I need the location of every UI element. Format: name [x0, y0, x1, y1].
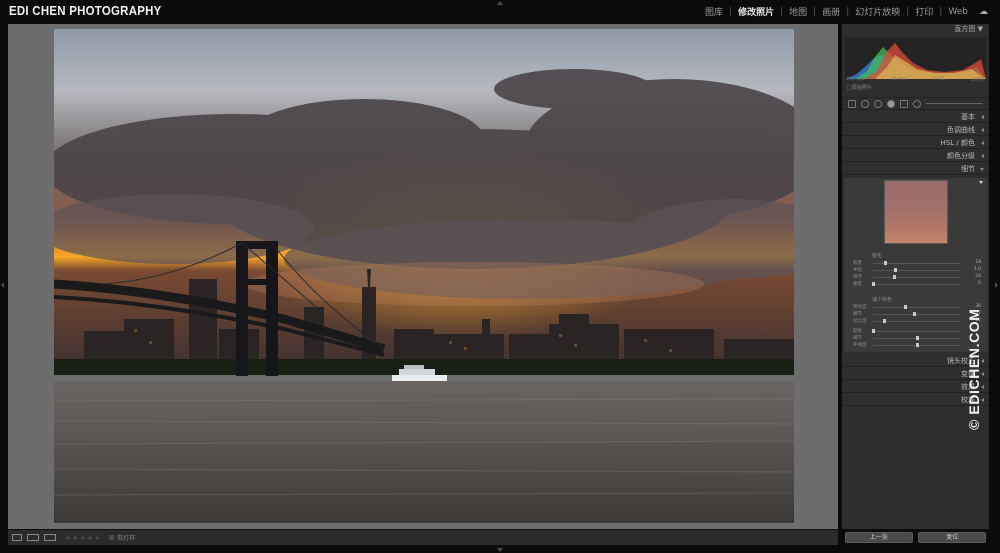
masking-icon[interactable]	[887, 99, 895, 108]
slider-value[interactable]: 1.0	[974, 267, 981, 272]
slider-label: 平滑度	[853, 343, 867, 348]
graduated-filter-icon[interactable]	[900, 99, 908, 108]
slider-row[interactable]: 数量 18	[847, 260, 985, 266]
section-hsl[interactable]: HSL / 颜色	[842, 137, 989, 149]
histogram-graph	[845, 43, 986, 79]
slider-track[interactable]	[873, 277, 961, 278]
slider-knob[interactable]	[916, 343, 919, 347]
slider-knob[interactable]	[894, 268, 897, 272]
section-split-toning[interactable]: 颜色分级	[842, 150, 989, 162]
slider-knob[interactable]	[882, 319, 886, 323]
spot-removal-icon[interactable]	[861, 99, 869, 108]
develop-tool-strip	[842, 97, 989, 110]
detail-preview-arrow[interactable]	[979, 181, 983, 184]
slider-knob[interactable]	[872, 282, 875, 286]
slider-label: 细节	[853, 275, 862, 280]
module-print[interactable]: 打印	[913, 5, 935, 18]
filmstrip-toggle[interactable]	[497, 548, 503, 552]
slider-label: 颜色	[853, 329, 862, 334]
cloud-icon[interactable]: ☁	[979, 7, 988, 17]
detail-preview[interactable]	[884, 180, 948, 244]
histogram-info: ISO 400 24 mm f / 11 1/8 秒	[847, 77, 984, 83]
slider-row[interactable]: 细节 24	[847, 274, 985, 280]
photo-image	[54, 29, 794, 523]
brush-slider[interactable]	[926, 103, 983, 104]
slider-row[interactable]: 明亮度 36	[847, 304, 985, 310]
slider-label: 对比度	[853, 319, 867, 324]
module-book[interactable]: 画册	[820, 5, 842, 18]
module-picker: 图库 | 修改照片 | 地图 | 画册 | 幻灯片放映 | 打印 | Web ☁	[703, 5, 988, 19]
iso-value: ISO 400	[847, 77, 865, 82]
slider-track[interactable]	[873, 307, 961, 308]
slider-track[interactable]	[873, 270, 961, 271]
slider-value[interactable]: 18	[975, 260, 981, 265]
reset-button[interactable]: 复位	[918, 531, 987, 543]
aperture: f / 11	[932, 77, 945, 82]
slider-knob[interactable]	[884, 261, 888, 265]
slider-row[interactable]: 平滑度	[847, 342, 985, 348]
slider-knob[interactable]	[913, 312, 917, 316]
top-panel-toggle[interactable]	[497, 1, 503, 5]
section-detail[interactable]: 细节	[842, 163, 989, 175]
photo-viewer	[8, 24, 838, 529]
focal-length: 24 mm	[890, 77, 907, 82]
rating-stars[interactable]: ★★★★★	[65, 534, 101, 542]
slider-label: 半径	[853, 268, 862, 273]
slider-row[interactable]: 细节 47	[847, 311, 985, 317]
slider-row[interactable]: 颜色	[847, 328, 985, 334]
previous-button[interactable]: 上一张	[844, 531, 913, 543]
right-panel: 直方图 ▼ ISO 400 24 mm f / 11 1/8 秒 □原始照片 基…	[842, 24, 989, 529]
slider-label: 明亮度	[853, 305, 867, 310]
right-panel-toggle[interactable]	[995, 282, 998, 288]
histogram	[845, 37, 986, 79]
photo[interactable]	[54, 29, 794, 523]
identity-plate: EDI CHEN PHOTOGRAPHY	[9, 3, 162, 18]
module-library[interactable]: 图库	[703, 5, 725, 18]
slider-label: 数量	[853, 261, 862, 266]
crop-icon[interactable]	[848, 99, 856, 108]
slider-label: 细节	[853, 336, 862, 341]
original-photo-checkbox[interactable]: □原始照片	[847, 84, 872, 91]
slider-row[interactable]: 蒙版 0	[847, 281, 985, 287]
slider-knob[interactable]	[903, 305, 907, 309]
slider-track[interactable]	[873, 284, 961, 285]
section-tone-curve[interactable]: 色调曲线	[842, 124, 989, 136]
slider-track[interactable]	[873, 321, 961, 322]
module-develop[interactable]: 修改照片	[736, 5, 776, 18]
loupe-view-button[interactable]	[12, 534, 22, 541]
slider-value[interactable]: 24	[975, 274, 981, 279]
original-photo-label: 原始照片	[851, 85, 872, 91]
shutter: 1/8 秒	[970, 78, 984, 83]
slider-row[interactable]: 半径 1.0	[847, 267, 985, 273]
slider-label: 细节	[853, 312, 862, 317]
module-slideshow[interactable]: 幻灯片放映	[853, 5, 902, 18]
toolbar: ★★★★★ 软打样	[8, 530, 838, 545]
radial-filter-icon[interactable]	[913, 99, 921, 108]
soft-proof-label: 软打样	[117, 535, 136, 542]
slider-track[interactable]	[873, 331, 961, 332]
slider-row[interactable]: 细节	[847, 335, 985, 341]
panel-buttons: 上一张 复位	[842, 529, 989, 545]
red-eye-icon[interactable]	[874, 99, 882, 108]
top-bar: EDI CHEN PHOTOGRAPHY 图库 | 修改照片 | 地图 | 画册 | 幻…	[0, 0, 1000, 24]
noise-reduction-title: 减少杂色	[872, 297, 893, 303]
slider-knob[interactable]	[893, 275, 897, 279]
module-map[interactable]: 地图	[787, 5, 809, 18]
slider-knob[interactable]	[916, 336, 919, 340]
histogram-header[interactable]: 直方图 ▼	[842, 24, 989, 35]
slider-label: 蒙版	[853, 282, 862, 287]
soft-proof-checkbox[interactable]	[109, 535, 115, 540]
slider-track[interactable]	[873, 314, 961, 315]
section-basic[interactable]: 基本	[842, 111, 989, 123]
watermark-text: © EDICHEN.COM	[966, 308, 982, 430]
slider-row[interactable]: 对比度 12	[847, 318, 985, 324]
before-after-button[interactable]	[27, 534, 39, 541]
slider-value[interactable]: 0	[978, 281, 981, 286]
module-web[interactable]: Web	[946, 7, 970, 17]
sharpening-title: 锐化	[872, 253, 883, 259]
compare-button[interactable]	[44, 534, 56, 541]
left-panel-toggle[interactable]	[1, 282, 4, 288]
slider-knob[interactable]	[872, 329, 875, 333]
lightroom-window: EDI CHEN PHOTOGRAPHY 图库 | 修改照片 | 地图 | 画册 | 幻…	[0, 0, 1000, 553]
